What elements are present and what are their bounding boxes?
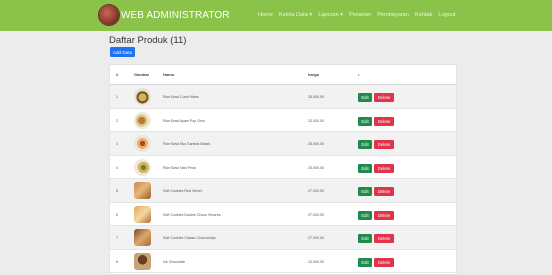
- product-name: Soft Cookies Red Velvet: [163, 189, 202, 193]
- product-name: Soft Cookies Classic Chocochips: [163, 236, 216, 240]
- table-row: 4 Rice Bowl Nan Pedo 25.000,00 Edit Dele…: [110, 156, 456, 179]
- delete-button[interactable]: Delete: [374, 210, 394, 220]
- edit-button[interactable]: Edit: [358, 257, 372, 267]
- product-name: Ice Chocolate: [163, 259, 185, 264]
- table-row: 2 Rice Bowl Ayam Pop Geni 23.000,00 Edit…: [110, 109, 456, 132]
- edit-button[interactable]: Edit: [358, 140, 372, 149]
- delete-button[interactable]: Delete: [374, 257, 394, 267]
- nav-laporan[interactable]: Laporan ▾: [318, 12, 343, 18]
- row-number: 3: [116, 142, 118, 146]
- brand-logo-icon: [99, 5, 119, 25]
- product-name: Rice Bowl Ayam Pop Geni: [163, 118, 205, 123]
- brand-name: WEB ADMINISTRATOR: [121, 9, 230, 21]
- table-row: 6 Soft Cookies Double Choco Smores 27.00…: [110, 203, 456, 226]
- brand[interactable]: WEB ADMINISTRATOR: [99, 5, 230, 25]
- header-action: •: [358, 72, 360, 77]
- row-number: 7: [116, 236, 118, 240]
- header-number: #: [116, 72, 119, 77]
- product-image: [134, 252, 151, 270]
- product-image: [134, 88, 151, 105]
- product-name: Rice Bowl Nan Pedo: [163, 165, 196, 170]
- product-price: 13.000,00: [308, 259, 324, 264]
- table-row: 7 Soft Cookies Classic Chocochips 27.000…: [110, 226, 456, 250]
- header-name: Nama: [163, 72, 174, 77]
- header-image: Gambar: [134, 72, 150, 77]
- row-number: 4: [116, 165, 118, 170]
- product-image: [134, 182, 151, 199]
- nav-logout[interactable]: Logout: [438, 12, 455, 18]
- product-name: Rice Bowl Cumi Hitam: [163, 95, 199, 99]
- main-content: Daftar Produk (11) Add Data: [109, 32, 455, 57]
- nav-pesanan[interactable]: Pesanan: [349, 12, 371, 18]
- delete-button[interactable]: Delete: [374, 93, 394, 102]
- product-image: [134, 229, 151, 246]
- row-number: 6: [116, 212, 118, 217]
- row-number: 1: [116, 95, 118, 99]
- delete-button[interactable]: Delete: [374, 163, 394, 173]
- table-row: 8 Ice Chocolate 13.000,00 Edit Delete: [110, 250, 456, 273]
- product-image: [134, 111, 151, 129]
- table-row: 3 Rice Bowl Eko Sambal Matah 25.000,00 E…: [110, 132, 456, 156]
- edit-button[interactable]: Edit: [358, 163, 372, 173]
- row-number: 5: [116, 189, 118, 193]
- product-price: 23.000,00: [308, 118, 324, 123]
- nav-kontak[interactable]: Kontak: [415, 12, 432, 18]
- table-row: 5 Soft Cookies Red Velvet 27.000,00 Edit…: [110, 179, 456, 203]
- product-name: Soft Cookies Double Choco Smores: [163, 212, 221, 217]
- edit-button[interactable]: Edit: [358, 234, 372, 243]
- header-price: harga: [308, 72, 319, 77]
- product-table-card: # Gambar Nama harga • 1 Rice Bowl Cumi H…: [109, 64, 457, 275]
- edit-button[interactable]: Edit: [358, 187, 372, 196]
- nav-kelola-data[interactable]: Kelola Data ▾: [279, 12, 312, 18]
- table-body: 1 Rice Bowl Cumi Hitam 25.000,00 Edit De…: [110, 85, 456, 273]
- row-number: 8: [116, 259, 118, 264]
- product-image: [134, 135, 151, 152]
- delete-button[interactable]: Delete: [374, 140, 394, 149]
- product-image: [134, 205, 151, 223]
- row-number: 2: [116, 118, 118, 123]
- add-data-button[interactable]: Add Data: [110, 47, 135, 57]
- page-title: Daftar Produk (11): [109, 35, 187, 46]
- product-name: Rice Bowl Eko Sambal Matah: [163, 142, 211, 146]
- top-navbar: WEB ADMINISTRATOR Home Kelola Data ▾ Lap…: [0, 0, 552, 31]
- table-row: 1 Rice Bowl Cumi Hitam 25.000,00 Edit De…: [110, 85, 456, 109]
- nav-menu: Home Kelola Data ▾ Laporan ▾ Pesanan Pem…: [258, 12, 461, 18]
- product-price: 27.000,00: [308, 236, 324, 240]
- table-header: # Gambar Nama harga •: [110, 65, 456, 84]
- nav-pembayaran[interactable]: Pembayaran: [377, 12, 409, 18]
- product-price: 25.000,00: [308, 165, 324, 170]
- nav-home[interactable]: Home: [258, 12, 273, 18]
- product-image: [134, 158, 151, 176]
- delete-button[interactable]: Delete: [374, 116, 394, 126]
- product-price: 27.000,00: [308, 189, 324, 193]
- edit-button[interactable]: Edit: [358, 116, 372, 126]
- delete-button[interactable]: Delete: [374, 234, 394, 243]
- product-price: 27.000,00: [308, 212, 324, 217]
- delete-button[interactable]: Delete: [374, 187, 394, 196]
- edit-button[interactable]: Edit: [358, 210, 372, 220]
- product-price: 25.000,00: [308, 142, 324, 146]
- edit-button[interactable]: Edit: [358, 93, 372, 102]
- product-price: 25.000,00: [308, 95, 324, 99]
